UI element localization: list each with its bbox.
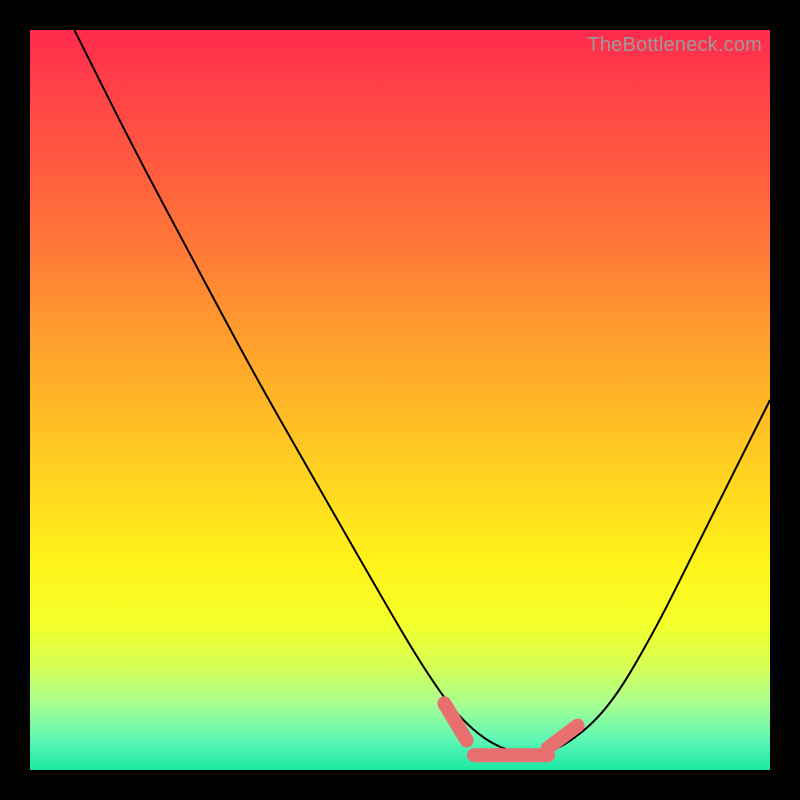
bottleneck-curve — [74, 30, 770, 753]
plot-area: TheBottleneck.com — [30, 30, 770, 770]
optimal-right-marker — [548, 726, 578, 748]
chart-frame: TheBottleneck.com — [0, 0, 800, 800]
optimal-left-marker — [444, 703, 466, 740]
curve-layer — [30, 30, 770, 770]
